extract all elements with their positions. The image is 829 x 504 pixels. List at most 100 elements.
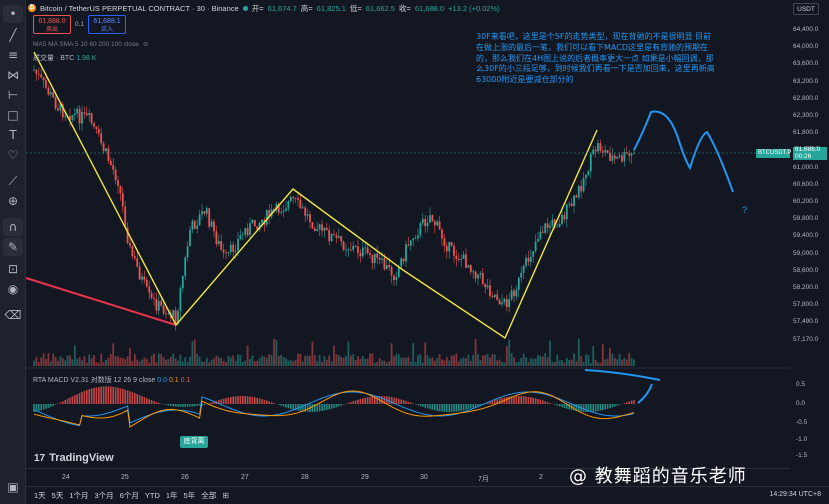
volume-bar (174, 358, 177, 366)
pattern-icon[interactable]: ⋈ (3, 66, 23, 84)
ma-indicator-legend[interactable]: MA5 MA SMA 5 10 60 200 100 close ⊘ (33, 40, 148, 49)
range-5d[interactable]: 5天 (52, 490, 64, 501)
range-1d[interactable]: 1天 (34, 490, 46, 501)
analysis-note[interactable]: 30F来看吧，这里是个5F的走势类型，现在背驰的不是很明显 目前在做上涨的最后一… (476, 32, 716, 86)
candle-body (81, 112, 83, 124)
range-all[interactable]: 全部 (201, 490, 216, 501)
volume-bar (227, 355, 230, 366)
candle-body (316, 229, 319, 231)
eye-off-icon[interactable]: ⊘ (143, 40, 148, 48)
cursor-icon[interactable]: • (3, 5, 23, 23)
date-tick: 26 (181, 474, 189, 481)
macd-bar (561, 404, 563, 408)
heart-icon[interactable]: ♡ (3, 146, 23, 164)
candle-body (563, 214, 566, 220)
volume-bar (357, 356, 359, 366)
tradingview-logo[interactable]: 17 TradingView (34, 452, 114, 464)
volume-bars (33, 338, 635, 366)
volume-bar (232, 355, 235, 366)
range-5y[interactable]: 5年 (184, 490, 196, 501)
volume-bar (436, 357, 439, 366)
macd-bar (352, 401, 354, 404)
brand-name: TradingView (49, 452, 114, 464)
sell-button[interactable]: 61,688.0 卖出 (33, 15, 71, 34)
shape-icon[interactable]: □ (3, 106, 23, 124)
volume-bar (33, 360, 35, 366)
candle-body (493, 294, 496, 298)
trash-icon[interactable]: ⌫ (3, 306, 23, 324)
volume-bar (145, 359, 148, 366)
macd-bar (62, 401, 64, 404)
range-1m[interactable]: 1个月 (69, 490, 88, 501)
candle-body (517, 277, 520, 290)
ruler-icon[interactable]: ⟋ (3, 172, 23, 190)
macd-bar (119, 388, 122, 404)
trade-panel: 61,688.0 卖出 0.1 61,688.1 买入 (33, 15, 127, 34)
range-1y[interactable]: 1年 (166, 490, 178, 501)
projection-curve[interactable] (633, 110, 734, 193)
text-icon[interactable]: T (3, 126, 23, 144)
volume-bar (193, 339, 196, 366)
macd-bar (282, 404, 285, 407)
volume-bar (601, 344, 604, 366)
volume-bar (349, 355, 352, 366)
range-ytd[interactable]: YTD (145, 491, 160, 500)
price-axis[interactable]: 64,400.0 64,000.0 63,600.0 63,200.0 62,800.0… (790, 0, 829, 504)
candle-body (83, 112, 86, 114)
clock[interactable]: 14:29:34 UTC+8 (769, 491, 821, 498)
object-tree-icon[interactable]: ▣ (3, 478, 23, 496)
candle-body (594, 149, 597, 152)
volume-bar (205, 357, 208, 366)
buy-button[interactable]: 61,688.1 买入 (88, 15, 127, 34)
question-mark[interactable]: ? (742, 205, 747, 215)
downtrend-line[interactable] (25, 277, 177, 326)
volume-bar (217, 356, 220, 366)
macd-bar (434, 404, 436, 411)
macd-bar (112, 386, 114, 404)
macd-divergence-line[interactable] (584, 369, 661, 381)
date-range-icon[interactable]: ⊞ (222, 491, 229, 500)
candle-body (342, 241, 345, 251)
candle-body (352, 246, 355, 250)
candle-body (249, 223, 251, 236)
volume-bar (395, 353, 398, 366)
candle-body (469, 265, 472, 273)
volume-bar (342, 357, 345, 366)
candle-body (364, 247, 367, 249)
volume-bar (57, 360, 59, 366)
symbol-title[interactable]: Bitcoin / TetherUS PERPETUAL CONTRACT · … (40, 4, 239, 13)
wave-zigzag[interactable] (33, 51, 598, 340)
macd-bar (311, 404, 314, 412)
volume-bar (633, 359, 635, 366)
range-3m[interactable]: 3个月 (95, 490, 114, 501)
volume-legend[interactable]: 成交量 · BTC 1.98 K (33, 53, 96, 63)
candle-body (457, 259, 460, 260)
candle-body (570, 203, 573, 207)
macd-bar (155, 401, 158, 404)
macd-legend[interactable]: RTA MACD V2.31 对数版 12 26 9 close 0.0 0.1… (33, 375, 190, 385)
candle-body (47, 87, 50, 95)
eye-icon[interactable]: ◉ (3, 280, 23, 298)
magnet-icon[interactable]: ∩ (3, 218, 23, 236)
macd-bar (232, 396, 234, 404)
volume-bar (256, 360, 259, 366)
prediction-icon[interactable]: ⊢ (3, 86, 23, 104)
zoom-icon[interactable]: ⊕ (3, 192, 23, 210)
volume-bar (417, 355, 419, 366)
volume-bar (162, 357, 165, 366)
volume-bar (539, 355, 542, 366)
lock-icon[interactable]: ⊡ (3, 260, 23, 278)
macd-bar (491, 400, 494, 404)
market-open-icon (242, 5, 248, 11)
volume-bar (222, 360, 225, 366)
range-6m[interactable]: 6个月 (120, 490, 139, 501)
candle-body (378, 257, 381, 260)
lock-drawing-icon[interactable]: ✎ (3, 238, 23, 256)
macd-projection[interactable] (637, 383, 653, 404)
volume-bar (129, 347, 131, 366)
macd-bar (114, 387, 117, 404)
candle-body (121, 193, 124, 207)
trendline-icon[interactable]: ╱ (3, 26, 23, 44)
price-tick: 57,490.0 (793, 318, 819, 326)
fib-icon[interactable]: ≡ (3, 46, 23, 64)
